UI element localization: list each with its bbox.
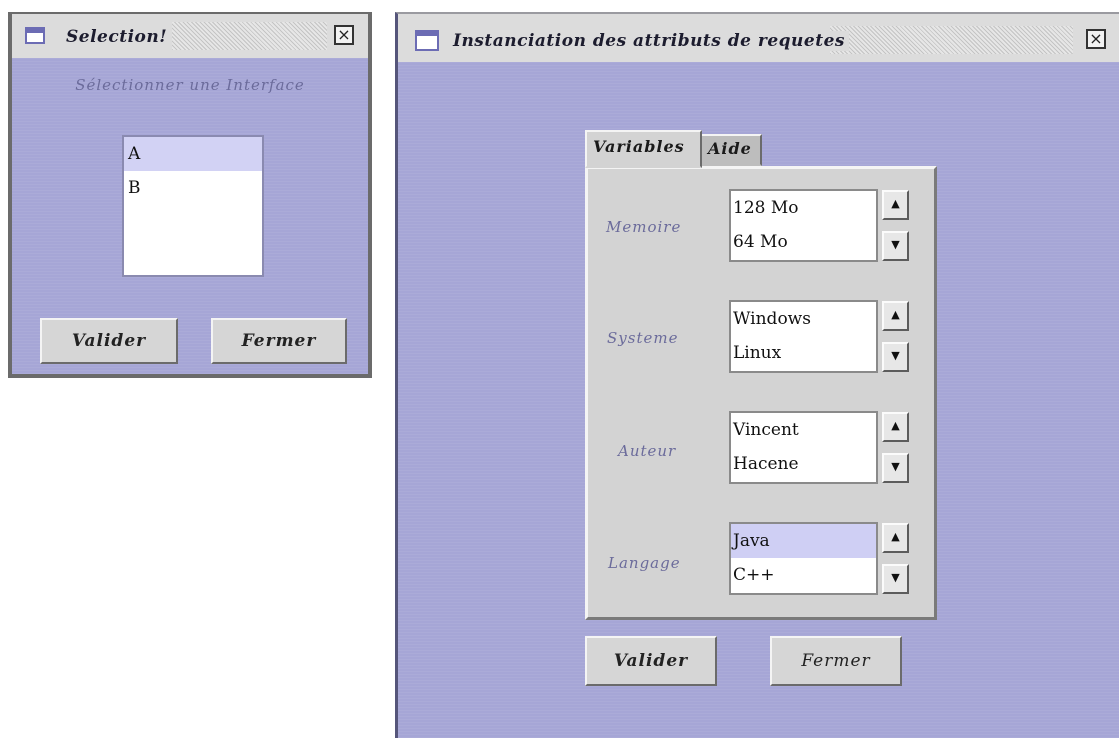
list-item-b[interactable]: B (124, 171, 262, 205)
auteur-label: Auteur (618, 442, 677, 460)
langage-options[interactable]: Java C++ (729, 522, 878, 595)
memoire-option[interactable]: 128 Mo (731, 191, 876, 225)
langage-option[interactable]: C++ (731, 558, 876, 592)
selection-subtitle: Sélectionner une Interface (75, 76, 305, 94)
arrow-up-icon[interactable]: ▲ (882, 412, 909, 442)
window-icon (25, 27, 45, 44)
close-button[interactable]: Fermer (770, 636, 902, 686)
auteur-spinner[interactable]: Vincent Hacene ▲ ▼ (729, 411, 910, 484)
list-item-a[interactable]: A (124, 137, 262, 171)
arrow-down-icon[interactable]: ▼ (882, 564, 909, 594)
validate-button[interactable]: Valider (585, 636, 717, 686)
arrow-down-icon[interactable]: ▼ (882, 342, 909, 372)
systeme-option[interactable]: Linux (731, 336, 876, 370)
systeme-spinner[interactable]: Windows Linux ▲ ▼ (729, 300, 910, 373)
titlebar-hatch (830, 26, 1073, 54)
interface-listbox[interactable]: A B (122, 135, 264, 277)
instantiation-titlebar[interactable]: Instanciation des attributs de requetes … (398, 14, 1119, 62)
langage-spinner[interactable]: Java C++ ▲ ▼ (729, 522, 910, 595)
memoire-label: Memoire (606, 218, 682, 236)
arrow-up-icon[interactable]: ▲ (882, 301, 909, 331)
instantiation-title: Instanciation des attributs de requetes (453, 31, 849, 51)
instantiation-dialog: Instanciation des attributs de requetes … (395, 12, 1119, 738)
memoire-options[interactable]: 128 Mo 64 Mo (729, 189, 878, 262)
close-icon[interactable]: × (1086, 29, 1106, 49)
selection-title: Selection! (66, 27, 172, 47)
close-button[interactable]: Fermer (211, 318, 347, 364)
auteur-option[interactable]: Hacene (731, 447, 876, 481)
tab-aide[interactable]: Aide (700, 134, 762, 166)
arrow-down-icon[interactable]: ▼ (882, 453, 909, 483)
arrow-up-icon[interactable]: ▲ (882, 190, 909, 220)
close-icon[interactable]: × (334, 25, 354, 45)
auteur-options[interactable]: Vincent Hacene (729, 411, 878, 484)
langage-label: Langage (608, 554, 681, 572)
variables-panel: Memoire 128 Mo 64 Mo ▲ ▼ Systeme Windows… (585, 166, 937, 620)
memoire-option[interactable]: 64 Mo (731, 225, 876, 259)
langage-option-selected[interactable]: Java (731, 524, 876, 558)
arrow-up-icon[interactable]: ▲ (882, 523, 909, 553)
validate-button[interactable]: Valider (40, 318, 178, 364)
window-icon (415, 30, 439, 51)
arrow-down-icon[interactable]: ▼ (882, 231, 909, 261)
systeme-option[interactable]: Windows (731, 302, 876, 336)
memoire-spinner[interactable]: 128 Mo 64 Mo ▲ ▼ (729, 189, 910, 262)
systeme-options[interactable]: Windows Linux (729, 300, 878, 373)
systeme-label: Systeme (607, 329, 679, 347)
tab-variables[interactable]: Variables (585, 130, 702, 168)
titlebar-hatch (172, 22, 327, 50)
selection-dialog: Selection! × Sélectionner une Interface … (8, 12, 372, 378)
auteur-option[interactable]: Vincent (731, 413, 876, 447)
selection-titlebar[interactable]: Selection! × (12, 14, 368, 58)
